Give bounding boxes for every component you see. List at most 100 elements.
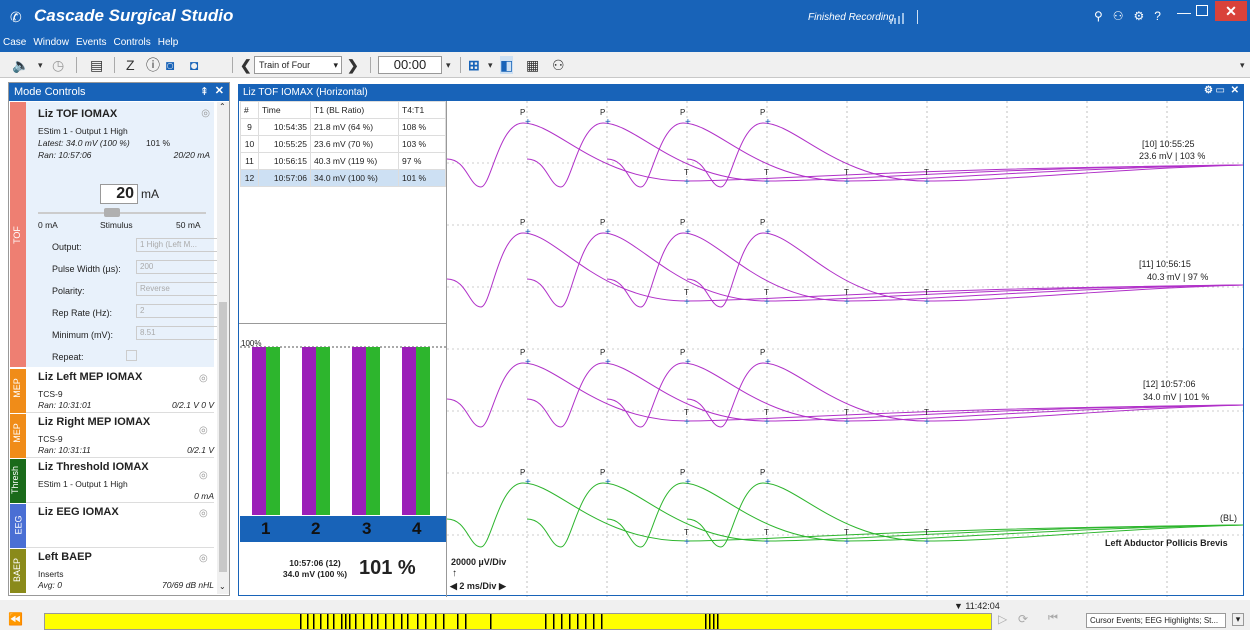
baep-side-label: BAEP	[12, 557, 23, 583]
rewind-icon[interactable]: ⏪	[8, 612, 23, 626]
protocol-select[interactable]: Train of Four ▾	[254, 56, 342, 74]
scroll-down-icon[interactable]: ⌄	[219, 582, 226, 591]
speaker-icon[interactable]: 🔈	[12, 56, 29, 74]
col-header[interactable]: T1 (BL Ratio)	[310, 101, 399, 119]
play-icon[interactable]: ▷	[998, 612, 1007, 626]
stimulus-slider-thumb[interactable]	[104, 208, 120, 217]
col-header[interactable]: T4:T1	[398, 101, 446, 119]
eeg-card[interactable]: Liz EEG IOMAX	[26, 504, 214, 548]
trough-marker: +	[684, 417, 690, 428]
menu-help[interactable]: Help	[155, 34, 183, 48]
peak-marker: +	[765, 477, 771, 488]
thresh-side-tab[interactable]: Thresh	[10, 459, 26, 503]
timer-dropdown-icon[interactable]: ▾	[446, 56, 451, 74]
refresh-icon[interactable]: ⟳	[1018, 612, 1028, 626]
menu-controls[interactable]: Controls	[111, 34, 155, 48]
menu-bar: Case Window Events Controls Help	[0, 34, 1250, 52]
table-cell: 34.0 mV (100 %)	[310, 169, 399, 187]
mep-left-side-tab[interactable]: MEP	[10, 369, 26, 413]
peak-marker: +	[605, 117, 611, 128]
clock-icon[interactable]: ◷	[52, 56, 64, 74]
mep-right-side-tab[interactable]: MEP	[10, 414, 26, 458]
eye-icon[interactable]: ◎	[201, 108, 210, 119]
rep-rate-select[interactable]: 2	[136, 304, 224, 318]
timeline-track[interactable]	[44, 613, 992, 630]
overflow-icon[interactable]: ▾	[1240, 56, 1245, 74]
eye-icon[interactable]: ◎	[199, 508, 208, 519]
skip-icon[interactable]: ⏮	[1048, 612, 1058, 625]
camera-icon[interactable]: ◘	[190, 56, 198, 74]
panel-close-icon[interactable]: ✕	[215, 84, 224, 97]
repeat-checkbox[interactable]	[126, 350, 137, 361]
scrollbar-thumb[interactable]	[219, 302, 227, 572]
col-header[interactable]: #	[240, 101, 259, 119]
next-icon[interactable]: ❯	[347, 56, 359, 74]
filter-dropdown-icon[interactable]: ▾	[1232, 613, 1244, 626]
table-cell: 40.3 mV (119 %)	[310, 152, 399, 170]
peak-label: P	[520, 348, 525, 357]
eye-icon[interactable]: ◎	[199, 425, 208, 436]
screenshot-icon[interactable]: ◙	[166, 56, 174, 74]
window-close-icon[interactable]: ✕	[1231, 85, 1239, 96]
pin-icon[interactable]: ⇞	[200, 85, 209, 98]
info-icon[interactable]: ⓘ	[146, 56, 160, 74]
summary-time: 10:57:06 (12)	[289, 558, 341, 568]
panel-scrollbar[interactable]: ⌃ ⌄	[217, 102, 229, 594]
trough-label: T	[764, 408, 769, 417]
zoom-z-icon[interactable]: Z	[126, 56, 135, 74]
eeg-side-tab[interactable]: EEG	[10, 504, 26, 548]
pulse-width-select[interactable]: 200	[136, 260, 224, 274]
bar-group	[252, 347, 430, 515]
maximize-button[interactable]	[1196, 5, 1208, 16]
settings-icon[interactable]: ⚙	[1204, 85, 1213, 96]
scale-up-arrow-icon[interactable]: ↑	[452, 568, 457, 579]
add-dropdown-icon[interactable]: ▾	[488, 56, 493, 74]
menu-events[interactable]: Events	[73, 34, 111, 48]
timeline-event-mark	[553, 614, 555, 629]
tof-window-header: Liz TOF IOMAX (Horizontal) ⚙ ▭ ✕	[239, 85, 1243, 101]
prev-icon[interactable]: ❮	[240, 56, 252, 74]
thresh-card[interactable]: Liz Threshold IOMAX EStim 1 - Output 1 H…	[26, 459, 214, 503]
minimize-button[interactable]: —	[1177, 4, 1191, 20]
baep-card[interactable]: Left BAEP Inserts Avg: 0 70/69 dB nHL	[26, 549, 214, 593]
output-select[interactable]: 1 High (Left M...	[136, 238, 224, 252]
polarity-select[interactable]: Reverse	[136, 282, 224, 296]
table-row-selected[interactable]: 12 10:57:06 34.0 mV (100 %) 101 %	[240, 169, 446, 187]
layout-icon[interactable]: ◧	[500, 56, 514, 74]
stimulus-slider-track[interactable]	[38, 212, 206, 214]
title-tool-icons[interactable]: ⚲⚇⚙?	[1094, 9, 1171, 23]
menu-case[interactable]: Case	[0, 34, 30, 48]
bar-t1-purple	[252, 347, 266, 515]
peak-label: P	[600, 218, 605, 227]
mep-right-side-label: MEP	[11, 423, 22, 443]
table-row[interactable]: 11 10:56:15 40.3 mV (119 %) 97 %	[240, 152, 446, 170]
minimum-input[interactable]: 8.51	[136, 326, 224, 340]
keyboard-icon[interactable]: ▤	[90, 56, 103, 74]
eye-icon[interactable]: ◎	[199, 470, 208, 481]
stimulus-unit: mA	[141, 187, 159, 201]
close-button[interactable]: ✕	[1215, 1, 1247, 21]
horizontal-scale-control[interactable]: ◀ 2 ms/Div ▶	[450, 581, 506, 592]
pulse-width-label: Pulse Width (µs):	[52, 264, 121, 274]
eye-icon[interactable]: ◎	[199, 373, 208, 384]
users-icon[interactable]: ⚇	[552, 56, 565, 74]
menu-window[interactable]: Window	[30, 34, 73, 48]
stimulus-input[interactable]: 20	[100, 184, 138, 204]
table-row[interactable]: 10 10:55:25 23.6 mV (70 %) 103 %	[240, 135, 446, 153]
table-cell: 10:55:25	[258, 135, 311, 153]
tof-card[interactable]: Liz TOF IOMAX ◎ EStim 1 - Output 1 High …	[26, 102, 224, 367]
dropdown-arrow-icon[interactable]: ▾	[38, 56, 43, 74]
tof-card-latest-pct: 101 %	[146, 138, 171, 148]
tof-side-tab[interactable]: TOF	[10, 102, 26, 367]
window-maximize-icon[interactable]: ▭	[1216, 85, 1225, 96]
table-row[interactable]: 9 10:54:35 21.8 mV (64 %) 108 %	[240, 118, 446, 136]
report-icon[interactable]: ▦	[526, 56, 539, 74]
baep-side-tab[interactable]: BAEP	[10, 549, 26, 593]
mep-right-card[interactable]: Liz Right MEP IOMAX TCS-9 Ran: 10:31:11 …	[26, 414, 214, 458]
eye-icon[interactable]: ◎	[199, 553, 208, 564]
scroll-up-icon[interactable]: ⌃	[219, 102, 226, 111]
mep-left-card[interactable]: Liz Left MEP IOMAX TCS-9 Ran: 10:31:01 0…	[26, 369, 214, 413]
col-header[interactable]: Time	[258, 101, 311, 119]
add-window-icon[interactable]: ⊞	[468, 56, 480, 74]
event-filter-select[interactable]: Cursor Events; EEG Highlights; St...	[1086, 613, 1226, 628]
